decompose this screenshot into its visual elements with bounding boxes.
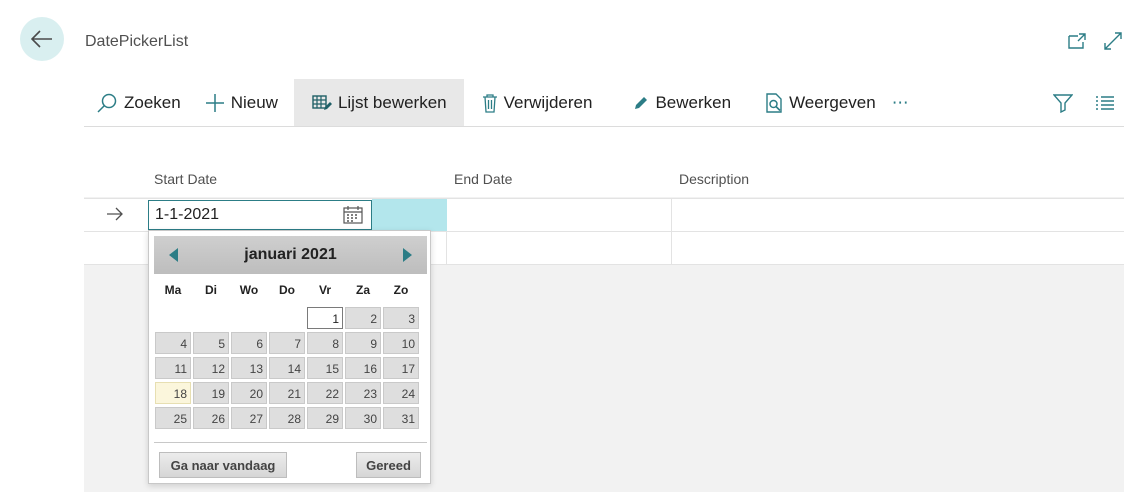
calendar-day[interactable]: 29 [307, 407, 343, 429]
new-button[interactable]: Nieuw [193, 79, 290, 126]
cell-divider [671, 232, 672, 264]
calendar-day[interactable]: 8 [307, 332, 343, 354]
date-picker-popup: januari 2021 Ma Di Wo Do Vr Za Zo 1 2 3 4 5 6 7 8 9 10 1… [148, 230, 431, 484]
calendar-day[interactable]: 17 [383, 357, 419, 379]
calendar-day[interactable]: 19 [193, 382, 229, 404]
delete-button[interactable]: Verwijderen [464, 79, 611, 126]
calendar-day[interactable]: 11 [155, 357, 191, 379]
calendar-icon[interactable] [343, 206, 363, 224]
calendar-day[interactable]: 9 [345, 332, 381, 354]
open-new-window-icon[interactable] [1066, 30, 1088, 52]
calendar-day[interactable]: 23 [345, 382, 381, 404]
filter-icon[interactable] [1052, 92, 1074, 114]
weekday-label: Ma [164, 283, 182, 297]
divider [154, 442, 427, 443]
calendar-day[interactable]: 26 [193, 407, 229, 429]
weekday-header-row: Ma Di Wo Do Vr Za Zo [154, 283, 427, 297]
column-header-description[interactable]: Description [679, 171, 749, 187]
edit-list-label: Lijst bewerken [337, 92, 447, 112]
view-label: Weergeven [789, 92, 876, 112]
go-to-today-button[interactable]: Ga naar vandaag [159, 452, 287, 478]
edit-label: Bewerken [655, 92, 732, 112]
calendar-day[interactable]: 16 [345, 357, 381, 379]
date-picker-header: januari 2021 [154, 236, 427, 274]
weekday-label: Za [355, 283, 370, 297]
search-button[interactable]: Zoeken [84, 79, 193, 126]
calendar-day[interactable]: 3 [383, 307, 419, 329]
page-title: DatePickerList [85, 33, 189, 50]
calendar-day[interactable]: 30 [345, 407, 381, 429]
calendar-day[interactable]: 22 [307, 382, 343, 404]
column-header-end-date[interactable]: End Date [454, 171, 512, 187]
weekday-label: Wo [239, 283, 259, 297]
calendar-day[interactable]: 31 [383, 407, 419, 429]
calendar-day[interactable]: 13 [231, 357, 267, 379]
edit-button[interactable]: Bewerken [610, 79, 748, 126]
calendar-day[interactable]: 20 [231, 382, 267, 404]
weekday-label: Do [279, 283, 295, 297]
start-date-value: 1-1-2021 [155, 206, 220, 223]
calendar-day[interactable]: 7 [269, 332, 305, 354]
more-button[interactable]: ⋯ [886, 79, 921, 126]
row-arrow-icon [107, 207, 123, 221]
plus-icon [205, 93, 224, 112]
pencil-icon [635, 96, 648, 109]
selected-cell-highlight [372, 199, 447, 231]
back-arrow-icon [31, 30, 52, 48]
action-bar: Zoeken Nieuw Lijst bewerken Verwijderen … [84, 79, 1124, 127]
edit-list-button[interactable]: Lijst bewerken [293, 79, 464, 126]
calendar-day[interactable]: 1 [307, 307, 343, 329]
search-label: Zoeken [124, 92, 181, 112]
back-button[interactable] [20, 17, 64, 61]
start-date-input[interactable]: 1-1-2021 [148, 200, 372, 230]
weekday-label: Di [205, 283, 217, 297]
calendar-day[interactable]: 28 [269, 407, 305, 429]
delete-label: Verwijderen [503, 92, 593, 112]
calendar-day[interactable]: 6 [231, 332, 267, 354]
chevron-left-icon[interactable] [166, 247, 182, 263]
calendar-day[interactable]: 18 [155, 382, 191, 404]
cell-divider [671, 199, 672, 231]
list-icon[interactable] [1094, 92, 1116, 114]
more-icon: ⋯ [891, 92, 909, 112]
calendar-day[interactable]: 5 [193, 332, 229, 354]
calendar-day[interactable]: 12 [193, 357, 229, 379]
view-button[interactable]: Weergeven [748, 79, 886, 126]
calendar-day[interactable]: 10 [383, 332, 419, 354]
cell-divider [446, 232, 447, 264]
calendar-day[interactable]: 14 [269, 357, 305, 379]
view-icon [766, 92, 782, 113]
expand-icon[interactable] [1102, 30, 1124, 52]
calendar-day[interactable]: 24 [383, 382, 419, 404]
month-title[interactable]: januari 2021 [244, 246, 337, 264]
trash-icon [482, 93, 497, 113]
calendar-day[interactable]: 4 [155, 332, 191, 354]
edit-list-icon [312, 94, 332, 110]
calendar-day[interactable]: 2 [345, 307, 381, 329]
calendar-day[interactable]: 25 [155, 407, 191, 429]
column-header-start-date[interactable]: Start Date [154, 171, 217, 187]
search-icon [97, 93, 117, 113]
toolbar-right [1052, 79, 1116, 126]
new-label: Nieuw [230, 92, 278, 112]
done-button[interactable]: Gereed [356, 452, 421, 478]
calendar-day[interactable]: 27 [231, 407, 267, 429]
chevron-right-icon[interactable] [399, 247, 415, 263]
calendar-day[interactable]: 21 [269, 382, 305, 404]
weekday-label: Zo [393, 283, 409, 297]
calendar-day[interactable]: 15 [307, 357, 343, 379]
weekday-label: Vr [318, 283, 331, 297]
page-actions [1066, 30, 1124, 52]
